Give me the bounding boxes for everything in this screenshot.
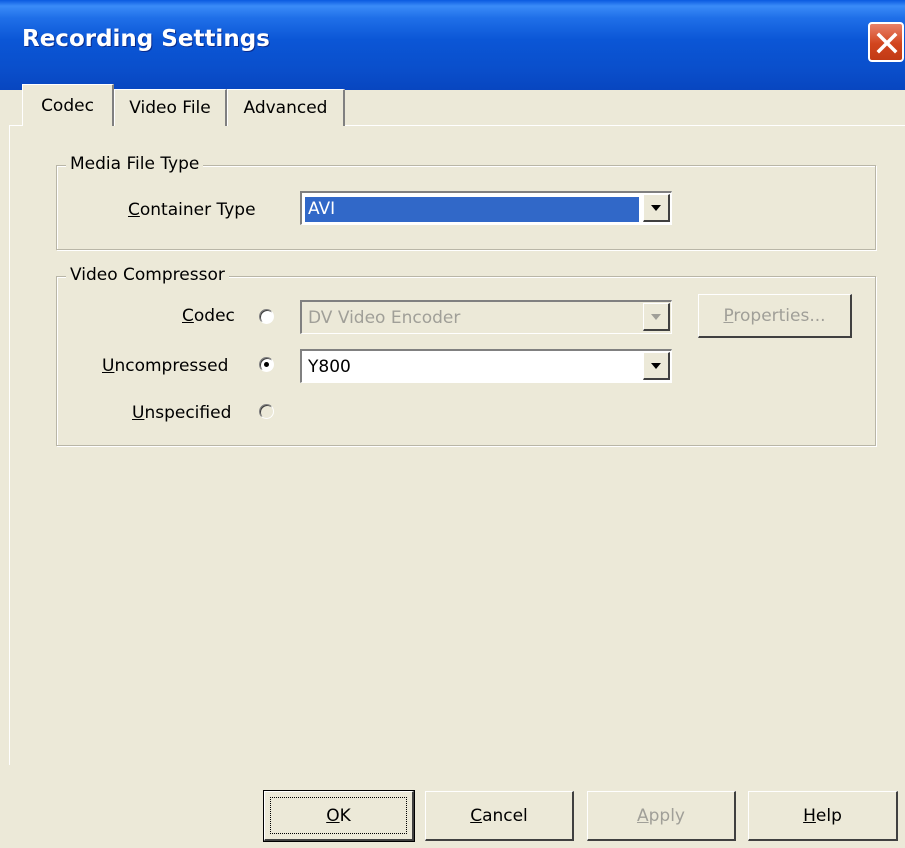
codec-select[interactable]: DV Video Encoder (300, 300, 672, 334)
tab-advanced-label: Advanced (243, 98, 328, 118)
uncompressed-format-select[interactable]: Y800 (300, 349, 672, 383)
tab-advanced[interactable]: Advanced (227, 89, 345, 126)
cancel-button[interactable]: Cancel (425, 791, 574, 841)
tab-codec-label: Codec (41, 96, 94, 116)
uncompressed-mnemonic: U (102, 356, 115, 376)
unspecified-label-rest: nspecified (144, 403, 232, 423)
chevron-down-icon (651, 363, 661, 369)
codec-label-rest: odec (193, 306, 235, 326)
window-title: Recording Settings (22, 26, 270, 52)
unspecified-mnemonic: U (132, 403, 145, 423)
container-type-select[interactable]: AVI (300, 191, 672, 225)
container-type-label: Container Type (128, 200, 256, 220)
properties-button[interactable]: Properties... (698, 294, 852, 338)
tab-codec[interactable]: Codec (22, 84, 114, 126)
video-compressor-legend: Video Compressor (66, 265, 229, 285)
help-mnemonic: H (803, 806, 816, 826)
properties-label-rest: roperties... (733, 306, 826, 326)
codec-value: DV Video Encoder (308, 308, 461, 328)
uncompressed-label-rest: ncompressed (114, 356, 229, 376)
recording-settings-dialog: Recording Settings Codec Video File Adva… (0, 0, 905, 848)
radio-selected-dot (264, 362, 269, 367)
container-type-mnemonic: C (128, 200, 140, 220)
close-button[interactable] (868, 22, 904, 62)
apply-mnemonic: A (636, 806, 649, 826)
apply-button[interactable]: Apply (587, 791, 736, 841)
container-type-label-rest: ontainer Type (139, 200, 256, 220)
chevron-down-icon (651, 205, 661, 211)
unspecified-radio[interactable] (259, 404, 274, 419)
unspecified-radio-label: Unspecified (132, 403, 231, 423)
container-type-value: AVI (304, 196, 640, 223)
ok-button[interactable]: OK (263, 790, 415, 842)
uncompressed-radio-label: Uncompressed (102, 356, 228, 376)
tab-video-file[interactable]: Video File (114, 89, 227, 126)
codec-mnemonic: C (182, 306, 194, 326)
focus-rectangle (270, 797, 407, 834)
uncompressed-format-dropdown-button[interactable] (643, 352, 670, 380)
uncompressed-radio[interactable] (259, 357, 274, 372)
uncompressed-format-value: Y800 (308, 357, 351, 377)
cancel-label-rest: ancel (482, 806, 528, 826)
title-bar[interactable]: Recording Settings (0, 0, 905, 90)
media-file-type-legend: Media File Type (66, 154, 204, 174)
codec-dropdown-button[interactable] (643, 303, 670, 331)
tab-video-file-label: Video File (129, 98, 211, 118)
cancel-mnemonic: C (470, 806, 483, 826)
codec-radio[interactable] (259, 309, 274, 324)
properties-mnemonic: P (723, 306, 734, 326)
codec-radio-label: Codec (182, 306, 235, 326)
help-button[interactable]: Help (748, 791, 898, 841)
container-type-dropdown-button[interactable] (643, 194, 670, 222)
apply-label-rest: pply (648, 806, 685, 826)
chevron-down-icon (651, 314, 661, 320)
help-label-rest: elp (815, 806, 842, 826)
close-x-icon (876, 32, 898, 54)
